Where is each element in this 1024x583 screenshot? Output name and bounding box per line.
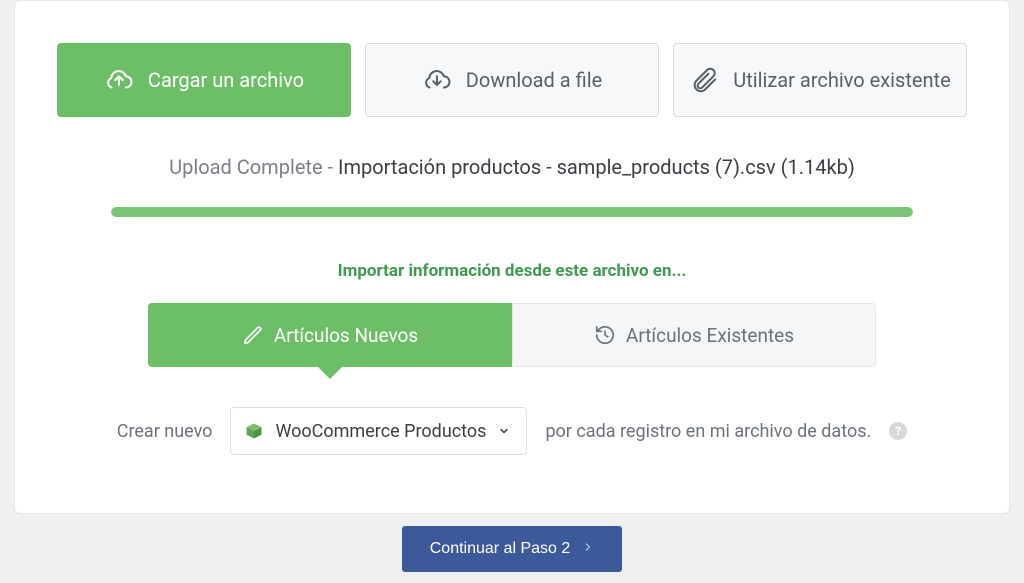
woocommerce-cube-icon [245, 422, 263, 440]
continue-button-label: Continuar al Paso 2 [430, 540, 571, 558]
upload-status-prefix: Upload Complete [169, 155, 322, 179]
cloud-download-icon [422, 65, 452, 95]
create-new-after: por cada registro en mi archivo de datos… [545, 421, 871, 442]
create-new-sentence: Crear nuevo WooCommerce Productos por ca… [15, 407, 1009, 455]
post-type-select-value: WooCommerce Productos [275, 421, 486, 442]
tab-upload-label: Cargar un archivo [148, 68, 304, 92]
cloud-upload-icon [104, 65, 134, 95]
tab-existing-file[interactable]: Utilizar archivo existente [673, 43, 967, 117]
post-type-select[interactable]: WooCommerce Productos [230, 407, 527, 455]
wizard-footer: Continuar al Paso 2 [0, 514, 1024, 583]
continue-button[interactable]: Continuar al Paso 2 [402, 526, 623, 572]
tab-existing-label: Utilizar archivo existente [733, 68, 950, 92]
import-mode-toggle: Artículos Nuevos Artículos Existentes [15, 303, 1009, 367]
import-mode-existing-label: Artículos Existentes [626, 324, 794, 347]
chevron-right-icon [582, 540, 594, 558]
upload-status-size: (1.14kb) [781, 155, 855, 179]
import-mode-new-label: Artículos Nuevos [274, 324, 418, 347]
tab-upload-file[interactable]: Cargar un archivo [57, 43, 351, 117]
tab-download-label: Download a file [466, 68, 602, 92]
history-icon [594, 324, 616, 346]
caret-down-icon [498, 421, 510, 442]
source-tabs: Cargar un archivo Download a file Utiliz… [15, 1, 1009, 117]
upload-progress-bar [111, 207, 913, 217]
upload-status-text: Upload Complete - Importación productos … [15, 155, 1009, 179]
help-icon[interactable]: ? [889, 422, 907, 440]
import-mode-new[interactable]: Artículos Nuevos [148, 303, 512, 367]
tab-download-file[interactable]: Download a file [365, 43, 659, 117]
create-new-before: Crear nuevo [117, 421, 213, 442]
import-target-title: Importar información desde este archivo … [15, 261, 1009, 281]
attachment-icon [689, 65, 719, 95]
import-mode-existing[interactable]: Artículos Existentes [512, 303, 876, 367]
upload-status-filename: Importación productos - sample_products … [338, 155, 776, 179]
upload-progress [111, 207, 913, 217]
pencil-icon [242, 324, 264, 346]
import-wizard-card: Cargar un archivo Download a file Utiliz… [14, 0, 1010, 514]
